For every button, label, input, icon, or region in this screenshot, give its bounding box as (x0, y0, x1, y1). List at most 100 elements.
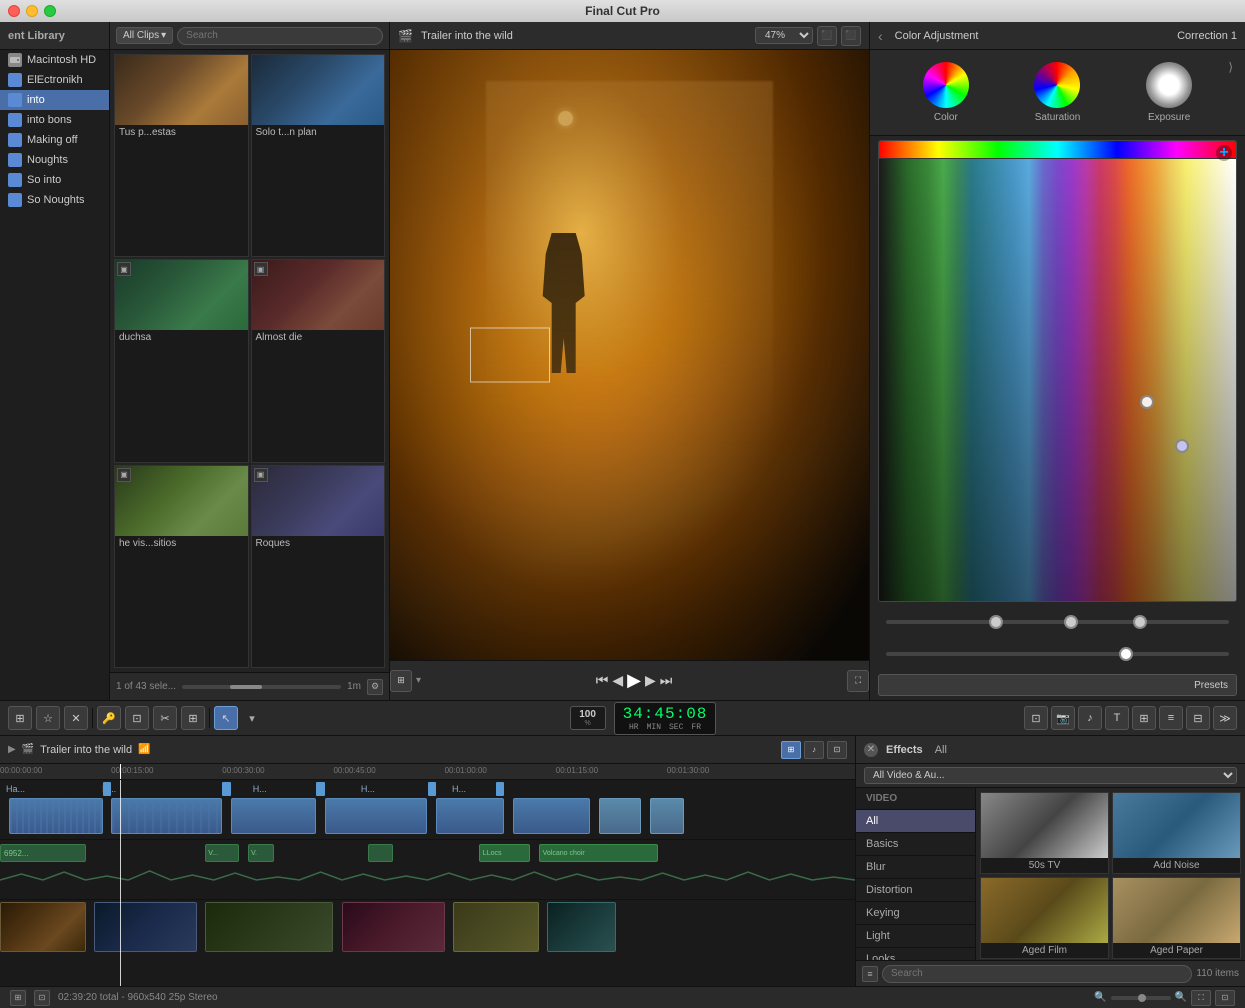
effects-cat-looks[interactable]: Looks (856, 948, 975, 960)
video-clip[interactable] (231, 798, 317, 834)
step-backward-button[interactable]: ◀ (612, 672, 623, 689)
color-tool-saturation[interactable]: Saturation (1034, 62, 1080, 123)
thumbnail-clip[interactable] (0, 902, 86, 952)
effect-50s-tv[interactable]: 50s TV (980, 792, 1109, 874)
thumbnail-clip[interactable] (453, 902, 539, 952)
slider-handle-4[interactable] (1119, 647, 1133, 661)
video-clip[interactable] (599, 798, 642, 834)
effect-add-noise[interactable]: Add Noise (1112, 792, 1241, 874)
zoom-handle[interactable] (1138, 994, 1146, 1002)
slider-track-2[interactable] (886, 652, 1229, 656)
effect-aged-film[interactable]: Aged Film (980, 877, 1109, 959)
sidebar-item-so-noughts[interactable]: So Noughts (0, 190, 109, 210)
video-clip[interactable] (436, 798, 504, 834)
multi-button[interactable]: ⊞ (181, 706, 205, 730)
color-cursor[interactable] (1140, 395, 1154, 409)
color-gradient-panel[interactable]: + (878, 140, 1237, 602)
thumbnail-clip[interactable] (94, 902, 197, 952)
effects-cat-distortion[interactable]: Distortion (856, 879, 975, 902)
video-clip[interactable] (325, 798, 428, 834)
color-field[interactable] (879, 159, 1236, 601)
add-correction-button[interactable]: + (1216, 145, 1232, 161)
maximize-button[interactable] (44, 5, 56, 17)
key-button[interactable]: 🔑 (97, 706, 121, 730)
effects-cat-basics[interactable]: Basics (856, 833, 975, 856)
zoom-select[interactable]: 47% 100% 50% 25% (755, 27, 813, 44)
slider-track-1[interactable] (886, 620, 1229, 624)
step-forward-button[interactable]: ▶ (645, 672, 656, 689)
favorites-button[interactable]: ☆ (36, 706, 60, 730)
zoom-slider[interactable] (1111, 996, 1171, 1000)
overflow-button[interactable]: ≫ (1213, 706, 1237, 730)
generator-button[interactable]: ⊞ (1132, 706, 1156, 730)
zoom-fit-button[interactable]: ⊞ (390, 670, 412, 692)
audio-clip[interactable] (368, 844, 394, 862)
zoom-reset-button[interactable]: ⛶ (1191, 990, 1211, 1006)
fullscreen-button[interactable]: ⛶ (847, 670, 869, 692)
audio-button[interactable]: ♪ (1078, 706, 1102, 730)
audio-clip[interactable]: V. (248, 844, 274, 862)
minimize-button[interactable] (26, 5, 38, 17)
color-tool-color[interactable]: Color (923, 62, 969, 123)
browser-search-input[interactable] (177, 27, 383, 45)
zoom-in-button[interactable]: 🔍 (1175, 992, 1187, 1003)
audio-clip[interactable]: V... (205, 844, 239, 862)
close-button[interactable] (8, 5, 20, 17)
reject-button[interactable]: ✕ (64, 706, 88, 730)
effects-search-input[interactable] (882, 965, 1192, 983)
audio-clip-label[interactable]: 6952... (0, 844, 86, 862)
audio-clip[interactable]: LLocs (479, 844, 530, 862)
all-clips-button[interactable]: All Clips ▾ (116, 27, 173, 44)
effects-filter-select[interactable]: All Video & Au... (864, 767, 1237, 784)
clip-item[interactable]: ▣ duchsa (114, 259, 249, 462)
audio-mode-button[interactable]: ♪ (804, 741, 824, 759)
thumbnail-clip[interactable] (342, 902, 445, 952)
color-tool-exposure[interactable]: Exposure (1146, 62, 1192, 123)
camera-button[interactable]: 📷 (1051, 706, 1075, 730)
sidebar-item-so-into[interactable]: So into (0, 170, 109, 190)
effects-cat-all[interactable]: All (856, 810, 975, 833)
effects-tab-all[interactable]: All (931, 742, 951, 758)
effects-cat-light[interactable]: Light (856, 925, 975, 948)
clip-item[interactable]: ▣ Almost die (251, 259, 386, 462)
layout-button[interactable]: ⊟ (1186, 706, 1210, 730)
hue-bar[interactable] (879, 141, 1236, 159)
sidebar-item-electronikh[interactable]: ElEctronikh (0, 70, 109, 90)
slider-handle-2[interactable] (1064, 615, 1078, 629)
zoom-out-button[interactable]: 🔍 (1094, 992, 1106, 1003)
inspector-expand-button[interactable]: ⟩ (1228, 60, 1233, 74)
video-clip[interactable] (513, 798, 590, 834)
clip-item[interactable]: Tus p...estas (114, 54, 249, 257)
scroll-bar[interactable] (182, 685, 341, 689)
thumbnail-clip[interactable] (205, 902, 333, 952)
effects-cat-blur[interactable]: Blur (856, 856, 975, 879)
library-button[interactable]: ⊞ (8, 706, 32, 730)
tool-dropdown-button[interactable]: ▾ (242, 708, 262, 728)
zoom-dropdown[interactable]: ▾ (416, 675, 421, 686)
sidebar-item-into[interactable]: into (0, 90, 109, 110)
clip-item[interactable]: ▣ Roques (251, 465, 386, 668)
effects-sidebar-toggle[interactable]: ≡ (862, 966, 878, 982)
snapping-button[interactable]: ⊡ (827, 741, 847, 759)
sidebar-item-making-off[interactable]: Making off (0, 130, 109, 150)
status-icon-button-2[interactable]: ⊡ (34, 990, 50, 1006)
effect-aged-paper[interactable]: Aged Paper (1112, 877, 1241, 959)
skip-backward-button[interactable]: ⏮ (596, 672, 609, 689)
sidebar-item-into-bons[interactable]: into bons (0, 110, 109, 130)
clip-item[interactable]: ▣ he vis...sitios (114, 465, 249, 668)
video-clip[interactable] (111, 798, 222, 834)
blade-button[interactable]: ✂ (153, 706, 177, 730)
video-clip[interactable] (650, 798, 684, 834)
presets-button[interactable]: Presets (878, 674, 1237, 696)
zoom-fit-button[interactable]: ⊡ (1215, 990, 1235, 1006)
viewer-expand-button[interactable]: ⬛ (841, 26, 861, 46)
slider-handle-3[interactable] (1133, 615, 1147, 629)
waveform-button[interactable]: ⊡ (1024, 706, 1048, 730)
status-icon-button[interactable]: ⊞ (10, 990, 26, 1006)
index-button[interactable]: ≡ (1159, 706, 1183, 730)
viewer-settings-button[interactable]: ⬛ (817, 26, 837, 46)
arrow-tool-button[interactable]: ↖ (214, 706, 238, 730)
slider-handle-1[interactable] (989, 615, 1003, 629)
clip-item[interactable]: Solo t...n plan (251, 54, 386, 257)
effects-cat-keying[interactable]: Keying (856, 902, 975, 925)
